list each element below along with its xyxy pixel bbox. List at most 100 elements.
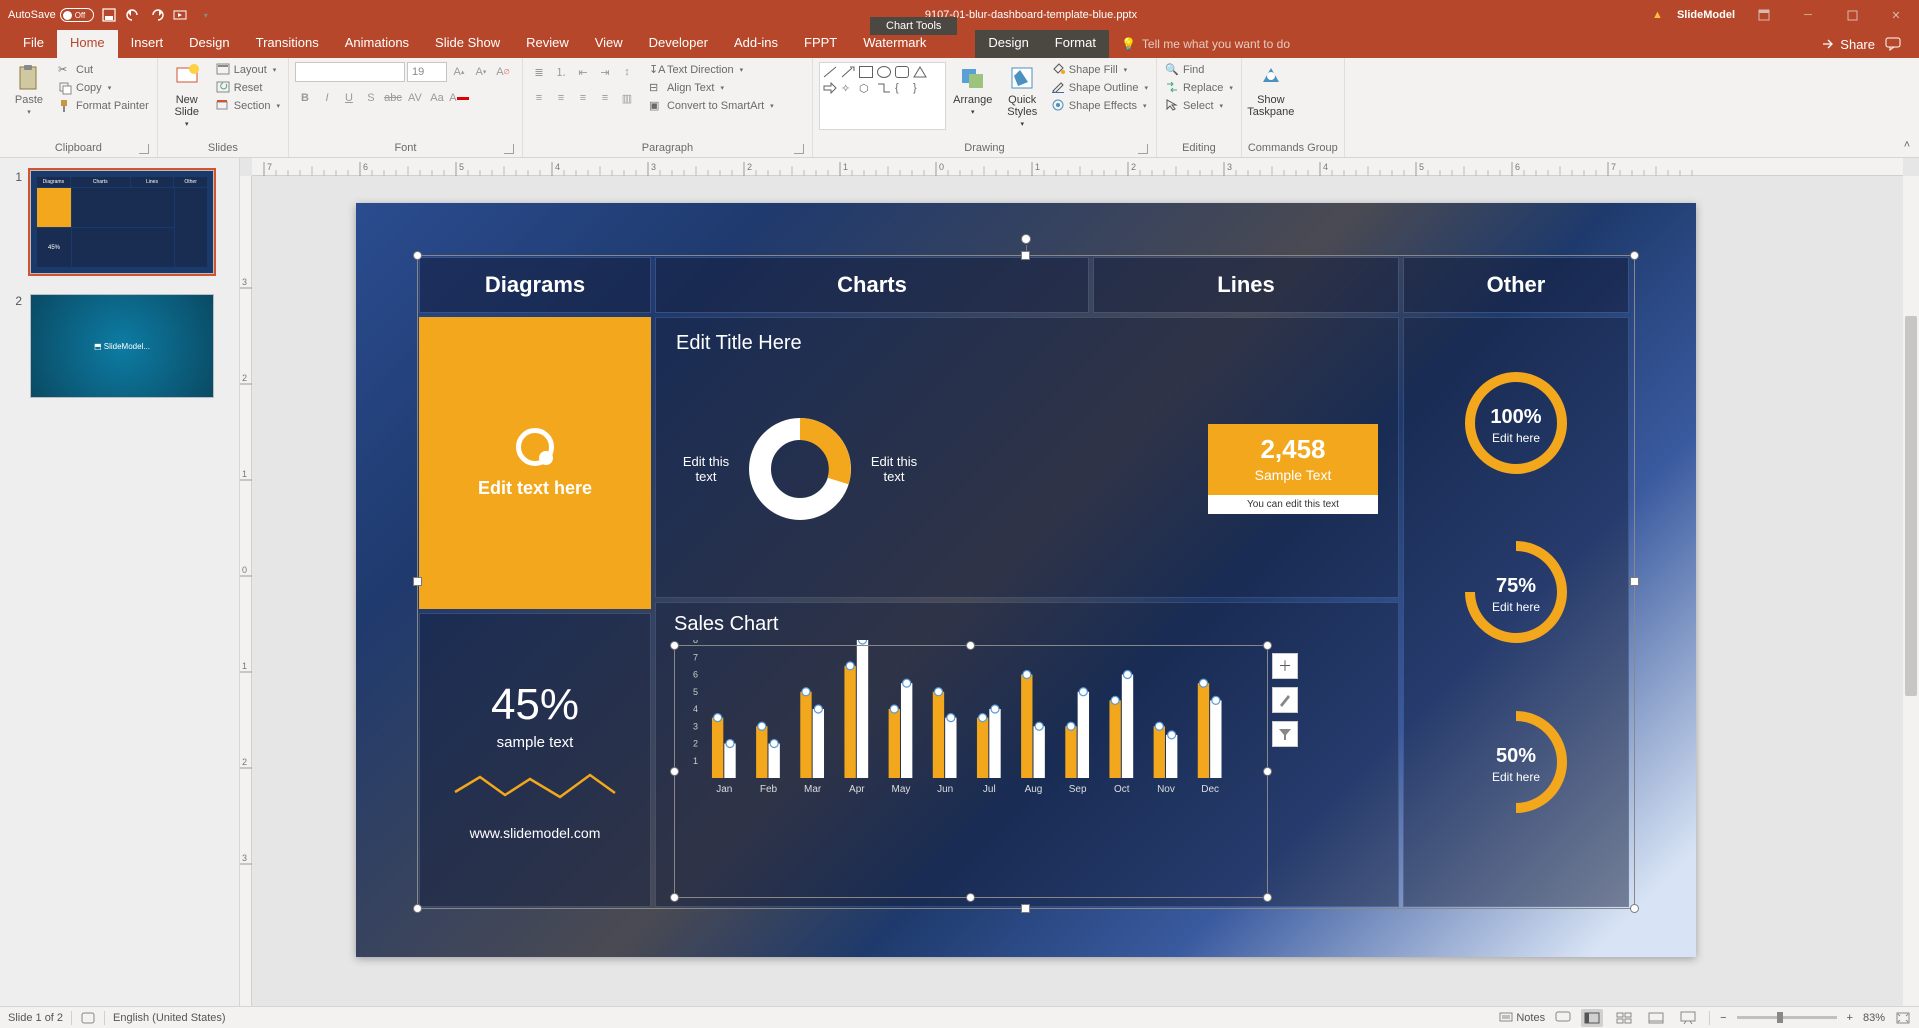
zoom-slider[interactable] [1737, 1016, 1837, 1019]
section-button[interactable]: Section▾ [214, 98, 282, 114]
paragraph-dialog-launcher[interactable] [794, 144, 804, 154]
shapes-gallery[interactable]: ✧ ⬡ { } [819, 62, 946, 130]
tab-insert[interactable]: Insert [118, 30, 177, 58]
replace-button[interactable]: Replace▾ [1163, 80, 1235, 96]
autosave-toggle[interactable]: AutoSave Off [8, 8, 94, 22]
rotation-handle[interactable] [1021, 234, 1031, 244]
cut-button[interactable]: ✂Cut [56, 62, 151, 78]
paste-button[interactable]: Paste ▾ [6, 62, 52, 118]
slide[interactable]: Diagrams Charts Lines Other Edit text he… [356, 203, 1696, 957]
text-direction-button[interactable]: ↧AText Direction▾ [647, 62, 776, 78]
share-button[interactable]: Share [1822, 37, 1875, 52]
fit-to-window-button[interactable] [1895, 1011, 1911, 1025]
shape-line-icon[interactable] [823, 66, 837, 78]
shape-connector-icon[interactable] [877, 82, 891, 94]
slide-thumbnail-1[interactable]: Diagrams Charts Lines Other 45% [30, 170, 214, 274]
slide-canvas-area[interactable]: Diagrams Charts Lines Other Edit text he… [240, 158, 1919, 1006]
layout-button[interactable]: Layout▾ [214, 62, 282, 78]
resize-handle-r[interactable] [1630, 577, 1639, 586]
shape-brace-left-icon[interactable]: { [895, 82, 909, 94]
tab-animations[interactable]: Animations [332, 30, 422, 58]
justify-button[interactable]: ≡ [595, 88, 615, 108]
tab-review[interactable]: Review [513, 30, 582, 58]
ribbon-display-options-icon[interactable] [1749, 3, 1779, 27]
resize-handle-b[interactable] [1021, 904, 1030, 913]
line-spacing-button[interactable]: ↕ [617, 62, 637, 82]
strikethrough-button[interactable]: abc [383, 88, 403, 108]
tab-addins[interactable]: Add-ins [721, 30, 791, 58]
zoom-in-button[interactable]: + [1847, 1012, 1853, 1024]
font-dialog-launcher[interactable] [504, 144, 514, 154]
tab-transitions[interactable]: Transitions [243, 30, 332, 58]
shape-right-arrow-icon[interactable] [823, 82, 837, 94]
zoom-out-button[interactable]: − [1720, 1012, 1726, 1024]
tab-chart-design[interactable]: Design [975, 30, 1041, 58]
shape-arrow-icon[interactable] [841, 66, 855, 78]
close-icon[interactable]: ✕ [1881, 3, 1911, 27]
shape-brace-right-icon[interactable]: } [913, 82, 927, 94]
start-from-beginning-icon[interactable] [172, 6, 190, 24]
copy-button[interactable]: Copy▾ [56, 80, 151, 96]
redo-icon[interactable] [148, 6, 166, 24]
outer-selection-box[interactable] [417, 255, 1635, 909]
vertical-scrollbar[interactable] [1903, 176, 1919, 1006]
decrease-indent-button[interactable]: ⇤ [573, 62, 593, 82]
qat-more-icon[interactable] [196, 6, 214, 24]
resize-handle-tr[interactable] [1630, 251, 1639, 260]
horizontal-ruler[interactable]: 765432101234567 [252, 158, 1903, 176]
align-text-button[interactable]: ⊟Align Text▾ [647, 80, 776, 96]
find-button[interactable]: 🔍Find [1163, 62, 1235, 78]
shrink-font-button[interactable]: A▾ [471, 62, 491, 82]
shape-hexagon-icon[interactable]: ⬡ [859, 82, 873, 94]
tab-design[interactable]: Design [176, 30, 242, 58]
resize-handle-tl[interactable] [413, 251, 422, 260]
bullets-button[interactable]: ≣ [529, 62, 549, 82]
language-indicator[interactable]: English (United States) [113, 1012, 226, 1024]
shape-fill-button[interactable]: Shape Fill▾ [1049, 62, 1150, 78]
convert-smartart-button[interactable]: ▣Convert to SmartArt▾ [647, 98, 776, 114]
align-center-button[interactable]: ≡ [551, 88, 571, 108]
sorter-view-button[interactable] [1613, 1009, 1635, 1027]
save-icon[interactable] [100, 6, 118, 24]
notes-button[interactable]: Notes [1499, 1012, 1545, 1024]
zoom-slider-thumb[interactable] [1777, 1012, 1783, 1023]
tab-slideshow[interactable]: Slide Show [422, 30, 513, 58]
reset-button[interactable]: Reset [214, 80, 282, 96]
increase-indent-button[interactable]: ⇥ [595, 62, 615, 82]
align-right-button[interactable]: ≡ [573, 88, 593, 108]
slideshow-view-button[interactable] [1677, 1009, 1699, 1027]
tell-me-search[interactable]: 💡Tell me what you want to do [1121, 30, 1290, 58]
resize-handle-br[interactable] [1630, 904, 1639, 913]
shape-rect-icon[interactable] [859, 66, 873, 78]
clipboard-dialog-launcher[interactable] [139, 144, 149, 154]
columns-button[interactable]: ▥ [617, 88, 637, 108]
minimize-icon[interactable]: ─ [1793, 3, 1823, 27]
shape-triangle-icon[interactable] [913, 66, 927, 78]
shape-outline-button[interactable]: Shape Outline▾ [1049, 80, 1150, 96]
tab-fppt[interactable]: FPPT [791, 30, 850, 58]
arrange-button[interactable]: Arrange▾ [950, 62, 996, 118]
font-color-button[interactable]: A [449, 88, 469, 108]
collapse-ribbon-icon[interactable]: ˄ [1899, 137, 1915, 153]
shape-effects-button[interactable]: Shape Effects▾ [1049, 98, 1150, 114]
align-left-button[interactable]: ≡ [529, 88, 549, 108]
numbering-button[interactable]: ⒈ [551, 62, 571, 82]
shape-oval-icon[interactable] [877, 66, 891, 78]
italic-button[interactable]: I [317, 88, 337, 108]
resize-handle-t[interactable] [1021, 251, 1030, 260]
comments-icon[interactable] [1885, 37, 1901, 51]
comments-status-icon[interactable] [1555, 1011, 1571, 1025]
zoom-level[interactable]: 83% [1863, 1012, 1885, 1024]
drawing-dialog-launcher[interactable] [1138, 144, 1148, 154]
tab-developer[interactable]: Developer [636, 30, 721, 58]
slide-counter[interactable]: Slide 1 of 2 [8, 1012, 63, 1024]
resize-handle-bl[interactable] [413, 904, 422, 913]
select-button[interactable]: Select▾ [1163, 98, 1235, 114]
shadow-button[interactable]: S [361, 88, 381, 108]
underline-button[interactable]: U [339, 88, 359, 108]
reading-view-button[interactable] [1645, 1009, 1667, 1027]
normal-view-button[interactable] [1581, 1009, 1603, 1027]
grow-font-button[interactable]: A▴ [449, 62, 469, 82]
vertical-scroll-thumb[interactable] [1905, 316, 1917, 696]
vertical-ruler[interactable]: 3210123 [240, 176, 252, 1006]
